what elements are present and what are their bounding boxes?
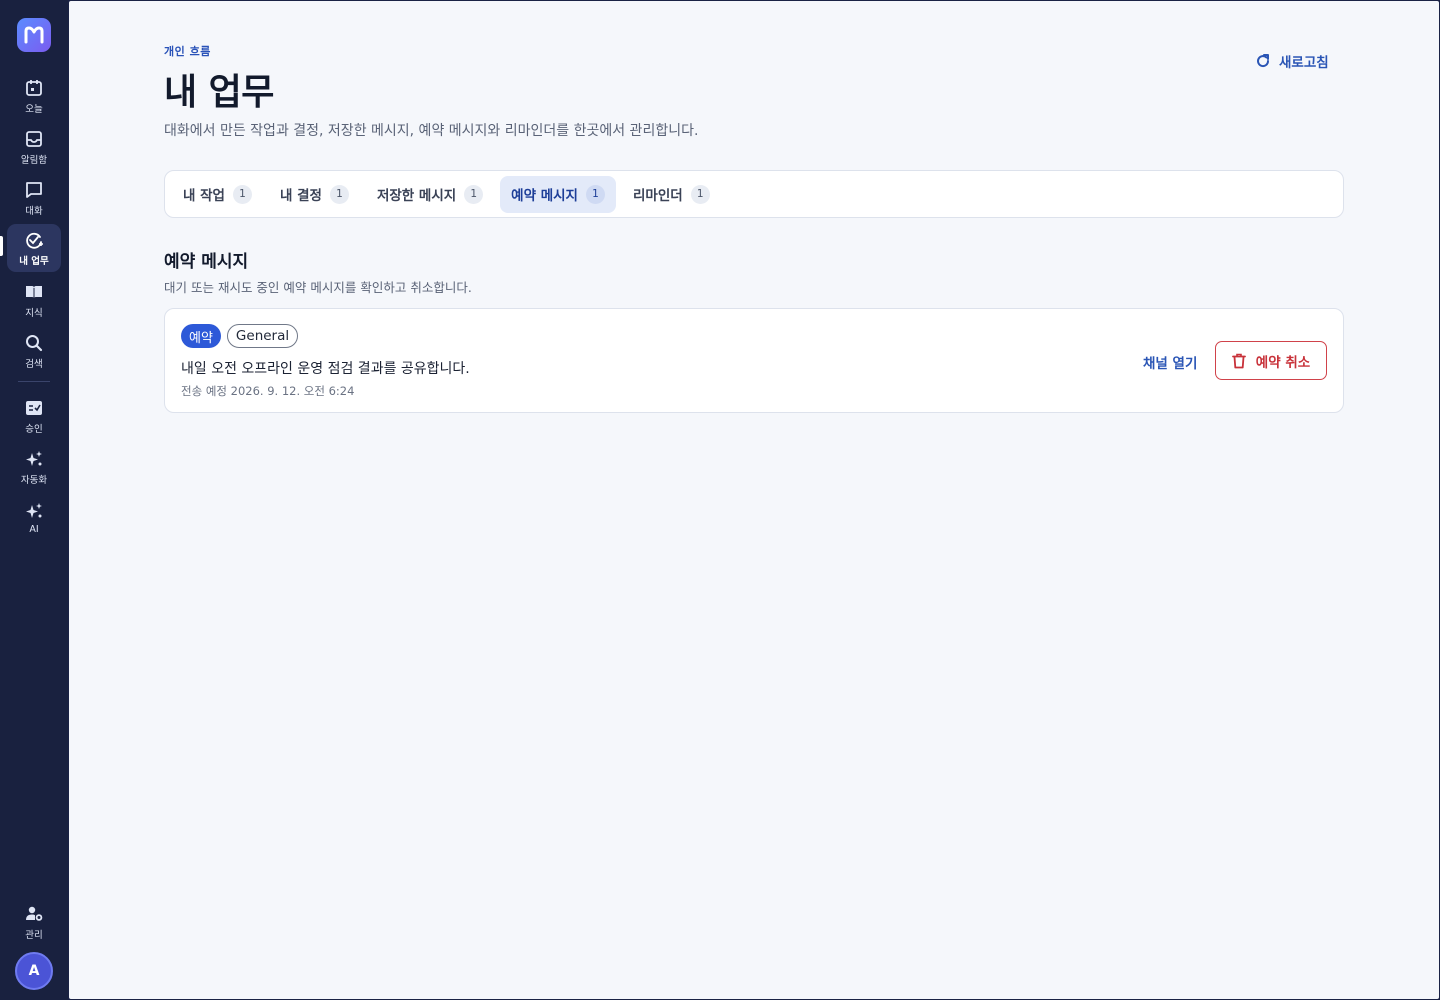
message-text: 내일 오전 오프라인 운영 점검 결과를 공유합니다. bbox=[181, 361, 470, 377]
sidebar-item-label: 자동화 bbox=[20, 474, 48, 486]
sidebar: 오늘 알림함 대화 내 업무 지식 검색 승인 자동화 AI 관리 A bbox=[0, 0, 68, 1000]
sidebar-item-label: 알림함 bbox=[20, 154, 48, 166]
scheduled-message-card: 예약 General 내일 오전 오프라인 운영 점검 결과를 공유합니다. 전… bbox=[164, 308, 1344, 413]
tab-label: 내 결정 bbox=[279, 188, 322, 204]
sidebar-item-label: 대화 bbox=[25, 205, 43, 217]
sparkle-icon bbox=[26, 450, 42, 466]
sidebar-item-label: 내 업무 bbox=[19, 255, 49, 267]
tab-bar: 내 작업 1 내 결정 1 저장한 메시지 1 예약 메시지 1 리마인더 1 bbox=[164, 170, 1344, 218]
tab-count-badge: 1 bbox=[329, 184, 349, 204]
sidebar-item-chat[interactable]: 대화 bbox=[7, 174, 61, 222]
tab-count-badge: 1 bbox=[464, 184, 484, 204]
sidebar-item-label: AI bbox=[29, 524, 39, 535]
cancel-schedule-label: 예약 취소 bbox=[1255, 354, 1311, 371]
active-indicator bbox=[0, 236, 3, 256]
tab-label: 예약 메시지 bbox=[511, 188, 578, 204]
sidebar-item-inbox[interactable]: 알림함 bbox=[7, 123, 61, 171]
admin-users-icon bbox=[26, 906, 43, 921]
tab-label: 리마인더 bbox=[632, 188, 683, 204]
page-description: 대화에서 만든 작업과 결정, 저장한 메시지, 예약 메시지와 리마인더를 한… bbox=[164, 123, 699, 139]
refresh-icon bbox=[1257, 54, 1270, 68]
section-description: 대기 또는 재시도 중인 예약 메시지를 확인하고 취소합니다. bbox=[164, 280, 472, 295]
main-content: 개인 흐름 내 업무 대화에서 만든 작업과 결정, 저장한 메시지, 예약 메… bbox=[69, 1, 1439, 999]
calendar-icon bbox=[26, 79, 42, 96]
sidebar-item-search[interactable]: 검색 bbox=[7, 327, 61, 375]
sidebar-divider bbox=[18, 381, 50, 382]
refresh-button[interactable]: 새로고침 bbox=[1255, 50, 1329, 72]
trash-icon bbox=[1231, 353, 1246, 368]
app-logo[interactable] bbox=[17, 18, 51, 52]
tab-reminders[interactable]: 리마인더 1 bbox=[622, 176, 721, 213]
tab-count-badge: 1 bbox=[690, 184, 710, 204]
tab-label: 내 작업 bbox=[183, 188, 225, 204]
sidebar-item-admin[interactable]: 관리 bbox=[7, 898, 61, 946]
sidebar-item-label: 지식 bbox=[25, 307, 43, 319]
inbox-icon bbox=[26, 130, 42, 147]
sidebar-item-automation[interactable]: 자동화 bbox=[7, 443, 61, 491]
page-title: 내 업무 bbox=[164, 72, 274, 113]
message-schedule-time: 전송 예정 2026. 9. 12. 오전 6:24 bbox=[181, 384, 355, 398]
ai-sparkle-icon bbox=[26, 503, 42, 518]
sidebar-item-label: 관리 bbox=[25, 929, 43, 941]
book-icon bbox=[26, 285, 42, 299]
tab-label: 저장한 메시지 bbox=[376, 188, 457, 204]
chat-icon bbox=[26, 181, 42, 198]
tab-my-decisions[interactable]: 내 결정 1 bbox=[269, 176, 360, 213]
refresh-label: 새로고침 bbox=[1279, 55, 1329, 71]
sidebar-item-my-work[interactable]: 내 업무 bbox=[7, 224, 61, 272]
status-badge: 예약 bbox=[181, 324, 221, 348]
sidebar-item-approval[interactable]: 승인 bbox=[7, 392, 61, 440]
channel-badge: General bbox=[226, 324, 299, 348]
tab-count-badge: 1 bbox=[232, 184, 252, 204]
tab-my-tasks[interactable]: 내 작업 1 bbox=[172, 176, 263, 213]
sidebar-item-knowledge[interactable]: 지식 bbox=[7, 276, 61, 324]
tab-scheduled-messages[interactable]: 예약 메시지 1 bbox=[500, 175, 616, 213]
search-icon bbox=[26, 334, 43, 351]
sidebar-item-label: 오늘 bbox=[25, 103, 43, 115]
user-avatar[interactable]: A bbox=[15, 952, 53, 990]
sidebar-item-today[interactable]: 오늘 bbox=[7, 72, 61, 120]
section-title: 예약 메시지 bbox=[164, 252, 249, 272]
task-check-icon bbox=[26, 232, 43, 249]
sidebar-item-ai[interactable]: AI bbox=[7, 494, 61, 542]
logo-m-icon bbox=[24, 26, 44, 44]
page-eyebrow: 개인 흐름 bbox=[164, 45, 211, 58]
tab-saved-messages[interactable]: 저장한 메시지 1 bbox=[366, 176, 494, 213]
sidebar-item-label: 검색 bbox=[25, 358, 43, 370]
sidebar-item-label: 승인 bbox=[25, 423, 43, 435]
cancel-schedule-button[interactable]: 예약 취소 bbox=[1215, 341, 1327, 380]
tab-count-badge: 1 bbox=[585, 184, 605, 204]
open-channel-link[interactable]: 채널 열기 bbox=[1143, 352, 1197, 372]
message-badges: 예약 General bbox=[181, 324, 299, 348]
approval-icon bbox=[26, 400, 42, 415]
